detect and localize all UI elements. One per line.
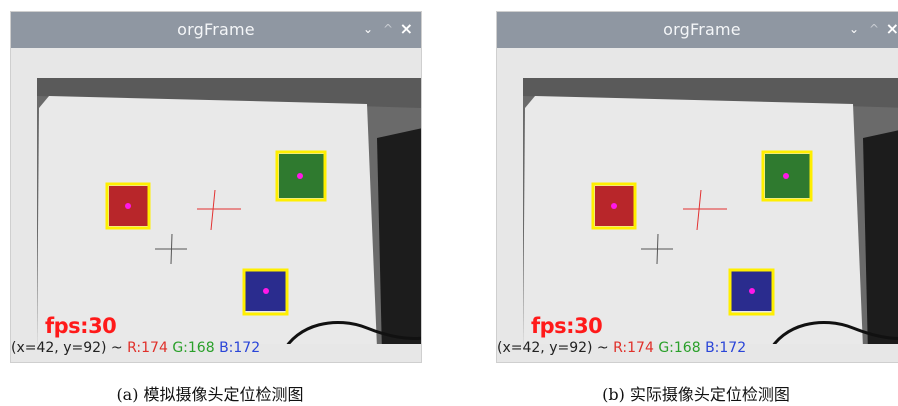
fps-label: fps:30: [45, 314, 117, 338]
center-marker-red: [125, 203, 131, 209]
chevron-down-icon[interactable]: ⌄: [849, 20, 859, 38]
title-bar[interactable]: orgFrame ⌄ ^ ×: [11, 12, 421, 48]
figure-caption: (a) 模拟摄像头定位检测图: [116, 385, 304, 404]
title-bar[interactable]: orgFrame ⌄ ^ ×: [497, 12, 898, 48]
center-marker-red: [611, 203, 617, 209]
fps-label: fps:30: [531, 314, 603, 338]
chevron-up-icon[interactable]: ^: [383, 20, 393, 38]
camera-feed: fps:30: [37, 78, 421, 354]
center-marker-green: [783, 173, 789, 179]
orgframe-window: orgFrame ⌄ ^ × fps:30 (x=42, y=92) ~ R:1…: [496, 11, 898, 363]
chevron-up-icon[interactable]: ^: [869, 20, 879, 38]
figure-caption: (b) 实际摄像头定位检测图: [602, 385, 790, 404]
orgframe-window: orgFrame ⌄ ^ × fps:30 (x=42, y=92) ~ R:1…: [10, 11, 422, 363]
pixel-info-bar: (x=42, y=92) ~ R:174 G:168 B:172: [11, 340, 421, 362]
panel-b: orgFrame ⌄ ^ × fps:30 (x=42, y=92) ~ R:1…: [486, 0, 898, 406]
center-marker-blue: [263, 288, 269, 294]
window-title: orgFrame: [177, 20, 255, 39]
close-icon[interactable]: ×: [400, 20, 413, 38]
green-value: G:168: [172, 340, 215, 356]
red-value: R:174: [613, 340, 654, 356]
coords-text: (x=42, y=92) ~: [497, 340, 614, 356]
chevron-down-icon[interactable]: ⌄: [363, 20, 373, 38]
camera-frame-image: [523, 78, 898, 354]
pixel-info-bar: (x=42, y=92) ~ R:174 G:168 B:172: [497, 340, 898, 362]
blue-value: B:172: [219, 340, 261, 356]
green-value: G:168: [658, 340, 701, 356]
center-marker-blue: [749, 288, 755, 294]
window-title: orgFrame: [663, 20, 741, 39]
camera-frame-image: [37, 78, 421, 354]
blue-value: B:172: [705, 340, 747, 356]
panel-a: orgFrame ⌄ ^ × fps:30 (x=42, y=92) ~ R:1…: [0, 0, 422, 406]
close-icon[interactable]: ×: [886, 20, 898, 38]
red-value: R:174: [127, 340, 168, 356]
center-marker-green: [297, 173, 303, 179]
camera-feed: fps:30: [523, 78, 898, 354]
coords-text: (x=42, y=92) ~: [11, 340, 128, 356]
